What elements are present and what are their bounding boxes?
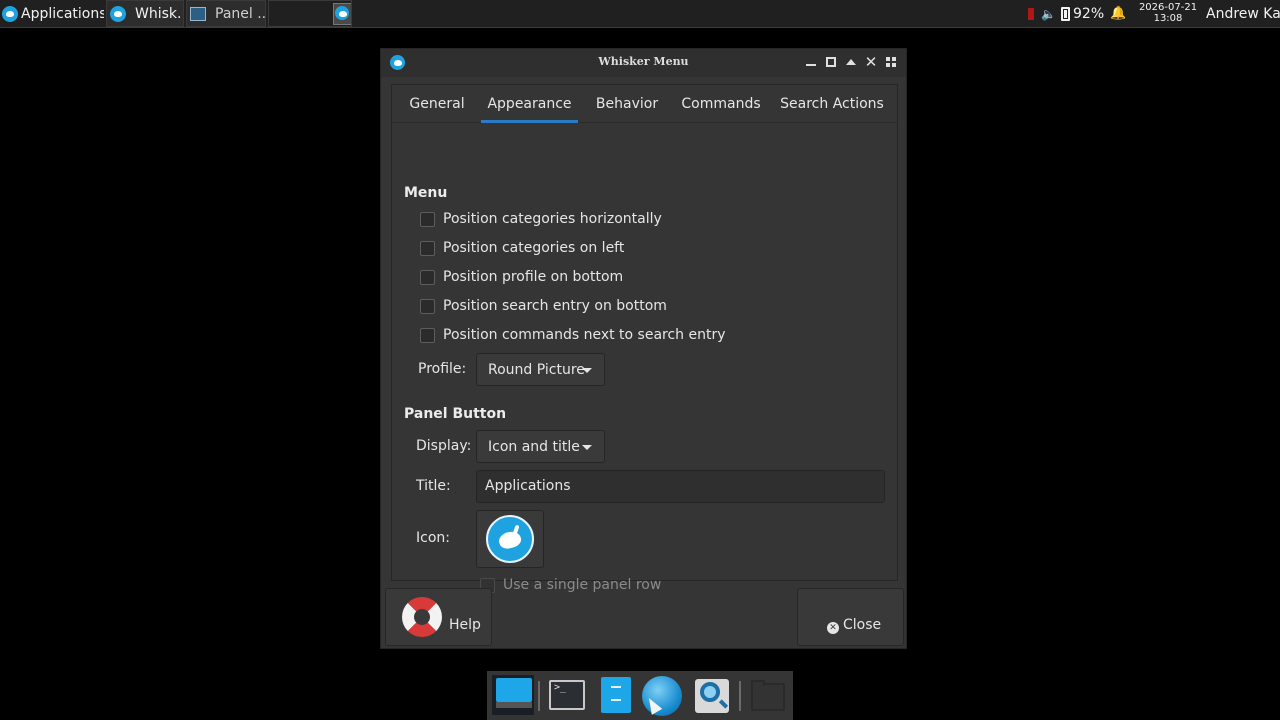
chevron-down-icon [582,445,592,450]
profile-label: Profile: [418,361,467,377]
search-icon[interactable] [693,677,731,713]
network-icon[interactable] [1024,0,1038,27]
close-icon[interactable]: ✕ [864,55,878,70]
dock-separator [739,681,741,711]
task-label-whisker: Whisk... [135,5,183,22]
chevron-down-icon [582,368,592,373]
xfce-mouse-icon [2,5,18,22]
title-input[interactable]: Applications [476,470,885,503]
option-label: Position categories on left [443,240,625,256]
option-label: Position profile on bottom [443,269,624,285]
tab-behavior[interactable]: Behavior [588,85,666,123]
clock[interactable]: 2026-07-21 13:08 [1136,2,1200,24]
checkbox[interactable] [420,269,435,285]
folder-icon[interactable] [749,677,787,713]
minimize-icon[interactable] [804,55,818,69]
volume-icon[interactable]: 🔈 [1041,0,1057,27]
notification-bell-icon[interactable]: 🔔 [1110,0,1126,27]
clock-time: 13:08 [1153,13,1183,24]
settings-notebook: General Appearance Behavior Commands Sea… [391,84,898,593]
maximize-icon[interactable] [824,55,838,69]
shade-icon[interactable] [844,55,858,69]
icon-chooser-button[interactable] [476,510,544,568]
user-menu[interactable]: Andrew Kay [1206,0,1280,27]
checkbox[interactable] [420,298,435,314]
xfce-mouse-icon [335,6,349,20]
profile-dropdown[interactable]: Round Picture [476,353,605,386]
option-label: Position commands next to search entry [443,327,726,343]
task-button-panel[interactable]: Panel ... [186,0,266,27]
workspace-1[interactable] [333,3,351,25]
task-label-panel: Panel ... [215,5,266,22]
title-label: Title: [416,478,451,494]
terminal-icon[interactable]: >_ [547,677,585,713]
option-profile-bottom[interactable]: Position profile on bottom [420,267,623,287]
option-search-bottom[interactable]: Position search entry on bottom [420,296,667,316]
tab-general[interactable]: General [402,85,472,123]
web-browser-icon[interactable] [642,676,682,716]
display-dropdown[interactable]: Icon and title [476,430,605,463]
dock-separator [538,681,540,711]
menu-section-title: Menu [404,185,448,201]
applications-menu-button[interactable]: Applications ⋮ [2,0,104,27]
task-button-whisker[interactable]: Whisk... [106,0,184,27]
window-icon [190,6,206,21]
option-categories-horizontal[interactable]: Position categories horizontally [420,209,662,229]
help-button-label: Help [449,617,481,633]
option-categories-left[interactable]: Position categories on left [420,238,624,258]
xfce-mouse-icon [486,515,534,563]
titlebar[interactable]: Whisker Menu ✕ [381,49,906,77]
option-commands-next-to-search[interactable]: Position commands next to search entry [420,325,726,345]
tab-search-actions[interactable]: Search Actions [777,85,887,123]
xfce-mouse-icon [110,5,126,22]
top-panel: Applications ⋮ Whisk... Panel ... 🔈 92% … [0,0,1280,28]
option-single-panel-row[interactable]: Use a single panel row [480,575,661,595]
close-button-label: Close [843,617,882,633]
display-label: Display: [416,438,472,454]
clock-date: 2026-07-21 [1138,2,1198,13]
panel-button-section-title: Panel Button [404,406,507,422]
battery-icon [1061,6,1070,21]
checkbox[interactable] [420,211,435,227]
battery-percent: 92% [1073,5,1105,22]
profile-value: Round Picture [488,361,585,378]
tab-appearance[interactable]: Appearance [481,85,578,123]
lifebuoy-icon [402,597,442,637]
whisker-menu-settings-dialog: Whisker Menu ✕ General Appearance Behavi… [380,48,907,649]
icon-label: Icon: [416,530,450,546]
help-button[interactable]: Help [385,588,492,646]
applications-menu-label: Applications [21,5,104,22]
workspace-switcher[interactable] [268,0,352,27]
option-label: Use a single panel row [503,577,662,593]
file-manager-icon[interactable] [597,677,635,713]
battery-indicator[interactable]: 92% [1061,0,1105,27]
window-menu-icon[interactable] [884,55,898,69]
close-button[interactable]: ✕ Close [797,588,904,646]
checkbox[interactable] [420,240,435,256]
desktop-icon[interactable] [492,675,534,715]
option-label: Position categories horizontally [443,211,662,227]
close-circle-icon: ✕ [827,622,839,634]
display-value: Icon and title [488,438,580,455]
tab-commands[interactable]: Commands [676,85,766,123]
dock-panel: >_ [487,671,793,720]
option-label: Position search entry on bottom [443,298,667,314]
checkbox[interactable] [420,327,435,343]
tab-bar: General Appearance Behavior Commands Sea… [392,85,897,123]
